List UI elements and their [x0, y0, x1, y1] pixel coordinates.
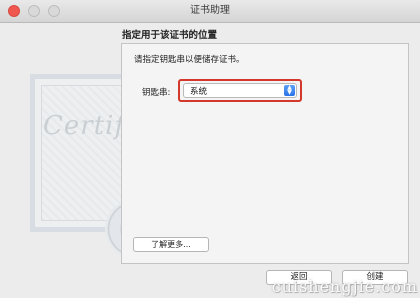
page-heading: 指定用于该证书的位置 — [122, 30, 218, 41]
watermark-text: cuishengjie.com — [271, 277, 418, 296]
keychain-select[interactable]: 系统 ▲ ▼ — [183, 83, 297, 98]
title-bar: 证书助理 — [0, 0, 420, 23]
instruction-text: 请指定钥匙串以便储存证书。 — [134, 55, 245, 65]
learn-more-button[interactable]: 了解更多... — [133, 237, 209, 252]
updown-chevron-icon[interactable]: ▲ ▼ — [284, 85, 295, 96]
content-panel: 请指定钥匙串以便储存证书。 钥匙串: 系统 ▲ ▼ 了解更多... — [121, 43, 409, 264]
window-title: 证书助理 — [190, 5, 230, 16]
certificate-assistant-window: 证书助理 Certificate 指定用于该证书的位置 请指定钥匙串以便储存证书… — [0, 0, 420, 298]
keychain-label: 钥匙串: — [142, 88, 171, 98]
keychain-selected-value: 系统 — [190, 87, 208, 97]
